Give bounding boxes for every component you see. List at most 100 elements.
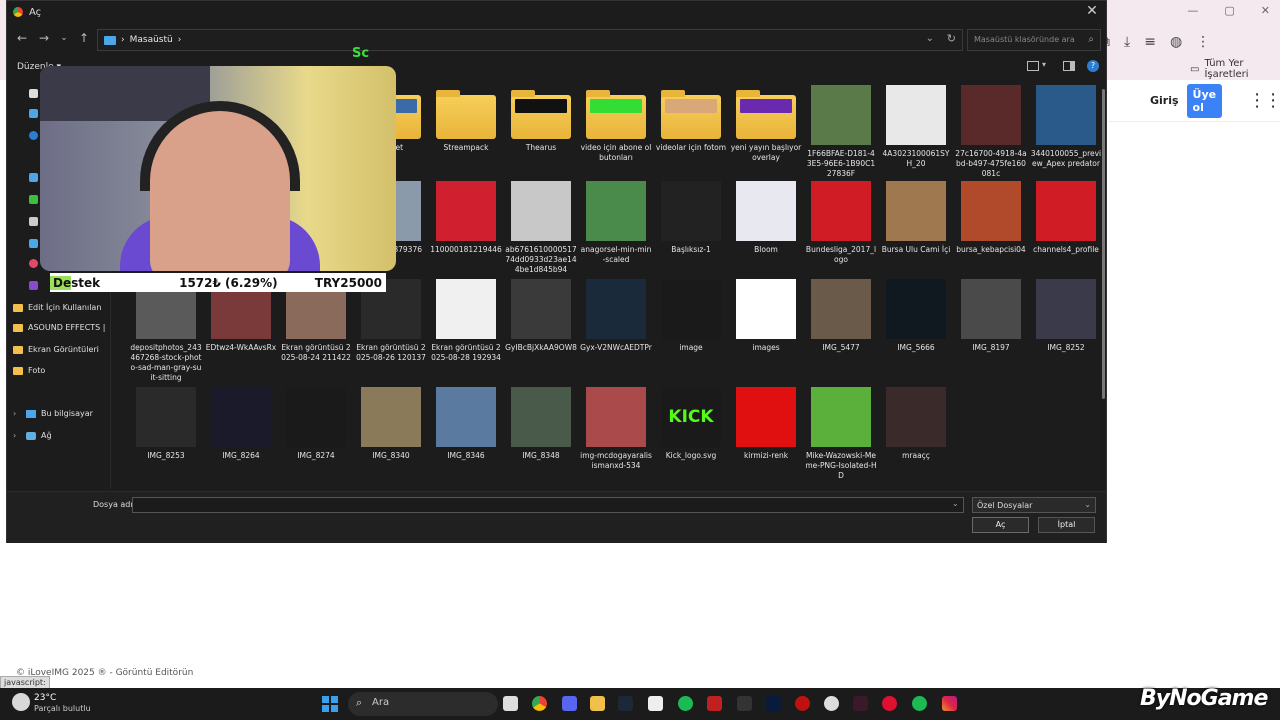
bookmarks-bar[interactable]: ▭ Tüm Yer İşaretleri bbox=[1190, 58, 1280, 80]
image-file-item[interactable]: Gyx-V2NWcAEDTPr bbox=[580, 279, 652, 353]
folder-item[interactable]: video için abone ol butonları bbox=[580, 85, 652, 163]
nav-item-foto[interactable]: Foto bbox=[13, 366, 45, 375]
image-file-item[interactable]: mraaçç bbox=[880, 387, 952, 461]
filename-input[interactable] bbox=[132, 497, 964, 513]
image-file-item[interactable]: Ekran görüntüsü 2025-08-28 192934 bbox=[430, 279, 502, 363]
folder-item[interactable]: yeni yayın başlıyor overlay bbox=[730, 85, 802, 163]
taskbar-search[interactable]: ⌕ Ara bbox=[348, 692, 498, 716]
refresh-icon[interactable]: ↻ bbox=[947, 32, 956, 45]
pictures-icon[interactable] bbox=[29, 239, 38, 248]
image-file-item[interactable]: 1F66BFAE-D181-43E5-96E6-1B90C127836F bbox=[805, 85, 877, 179]
chevron-down-icon[interactable]: ⌄ bbox=[952, 499, 959, 508]
image-file-item[interactable]: IMG_8252 bbox=[1030, 279, 1102, 353]
app-icon[interactable] bbox=[824, 696, 839, 711]
menu-icon[interactable]: ⋮ bbox=[1196, 34, 1210, 50]
steam-icon[interactable] bbox=[618, 696, 633, 711]
music-icon[interactable] bbox=[29, 259, 38, 268]
home-icon[interactable] bbox=[29, 89, 38, 98]
image-file-item[interactable]: IMG_5477 bbox=[805, 279, 877, 353]
image-file-item[interactable]: Bloom bbox=[730, 181, 802, 255]
instagram-icon[interactable] bbox=[942, 696, 957, 711]
image-file-item[interactable]: IMG_8348 bbox=[505, 387, 577, 461]
image-file-item[interactable]: IMG_8346 bbox=[430, 387, 502, 461]
task-view-icon[interactable] bbox=[503, 696, 518, 711]
image-file-item[interactable]: anagorsel-min-min-scaled bbox=[580, 181, 652, 265]
opera-icon[interactable] bbox=[882, 696, 897, 711]
recent-dropdown-icon[interactable]: ⌄ bbox=[55, 33, 73, 43]
forward-arrow-icon[interactable]: → bbox=[35, 31, 53, 45]
image-file-item[interactable]: 3440100055_preview_Apex predator bbox=[1030, 85, 1102, 169]
spotify-icon[interactable] bbox=[912, 696, 927, 711]
app-icon[interactable] bbox=[795, 696, 810, 711]
image-file-item[interactable]: IMG_8274 bbox=[280, 387, 352, 461]
image-file-item[interactable]: Bursa Ulu Cami İçi bbox=[880, 181, 952, 255]
image-file-item[interactable]: IMG_8197 bbox=[955, 279, 1027, 353]
image-file-item[interactable]: image bbox=[655, 279, 727, 353]
minimize-icon[interactable]: — bbox=[1187, 4, 1198, 17]
chevron-right-icon[interactable]: › bbox=[13, 409, 21, 418]
app-icon[interactable] bbox=[853, 696, 868, 711]
profile-icon[interactable]: ◍ bbox=[1170, 34, 1182, 50]
nav-item-sound-effects[interactable]: ASOUND EFFECTS | bbox=[13, 323, 106, 332]
download-icon[interactable]: ⤓ bbox=[1124, 34, 1130, 50]
chevron-right-icon[interactable]: › bbox=[13, 431, 21, 440]
image-file-item[interactable]: depositphotos_243467268-stock-photo-sad-… bbox=[130, 279, 202, 383]
folder-item[interactable]: Thearus bbox=[505, 85, 577, 153]
downloads-icon[interactable] bbox=[29, 195, 38, 204]
nav-item-edit-folder[interactable]: Edit İçin Kullanılan bbox=[13, 303, 101, 312]
folder-item[interactable]: Streampack bbox=[430, 85, 502, 153]
capcut-icon[interactable] bbox=[648, 696, 663, 711]
open-button[interactable]: Aç bbox=[972, 517, 1029, 533]
apps-grid-icon[interactable]: ⋮⋮⋮ bbox=[1248, 90, 1280, 111]
nav-item-network[interactable]: › Ağ bbox=[13, 431, 52, 440]
cancel-button[interactable]: İptal bbox=[1038, 517, 1095, 533]
app-icon[interactable] bbox=[707, 696, 722, 711]
image-file-item[interactable]: IMG_8340 bbox=[355, 387, 427, 461]
reading-list-icon[interactable]: ≡ bbox=[1144, 34, 1156, 50]
weather-temperature[interactable]: 23°C bbox=[34, 693, 56, 703]
chevron-down-icon[interactable]: ▾ bbox=[1042, 60, 1046, 69]
image-file-item[interactable]: ab676161000051774dd0933d23ae144be1d845b9… bbox=[505, 181, 577, 275]
folder-item[interactable]: videolar için fotom bbox=[655, 85, 727, 153]
login-link[interactable]: Giriş bbox=[1150, 94, 1179, 107]
close-icon[interactable]: ✕ bbox=[1261, 4, 1270, 17]
desktop-icon[interactable] bbox=[29, 173, 38, 182]
scrollbar[interactable] bbox=[1102, 89, 1105, 399]
image-file-item[interactable]: img-mcdogayaralisismanxd-534 bbox=[580, 387, 652, 471]
videos-icon[interactable] bbox=[29, 281, 38, 290]
image-file-item[interactable]: 110000181219446 bbox=[430, 181, 502, 255]
image-file-item[interactable]: IMG_5666 bbox=[880, 279, 952, 353]
preview-pane-icon[interactable] bbox=[1063, 61, 1075, 71]
file-explorer-icon[interactable] bbox=[590, 696, 605, 711]
file-type-select[interactable]: Özel Dosyalar ⌄ bbox=[972, 497, 1096, 513]
image-file-item[interactable]: GyIBcBjXkAA9OW8 bbox=[505, 279, 577, 353]
dialog-close-button[interactable]: ✕ bbox=[1084, 3, 1100, 19]
image-file-item[interactable]: kirmizi-renk bbox=[730, 387, 802, 461]
image-file-item[interactable]: images bbox=[730, 279, 802, 353]
image-file-item[interactable]: Mike-Wazowski-Meme-PNG-Isolated-HD bbox=[805, 387, 877, 481]
chevron-down-icon[interactable]: ⌄ bbox=[926, 33, 934, 44]
start-button[interactable] bbox=[322, 696, 338, 712]
image-file-item[interactable]: bursa_kebapcisi04 bbox=[955, 181, 1027, 255]
folder-search-input[interactable]: Masaüstü klasöründe ara ⌕ bbox=[967, 29, 1101, 51]
image-file-item[interactable]: channels4_profile bbox=[1030, 181, 1102, 255]
image-file-item[interactable]: 4A3023100061SYH_20 bbox=[880, 85, 952, 169]
help-icon[interactable]: ? bbox=[1087, 60, 1099, 72]
onedrive-icon[interactable] bbox=[29, 131, 38, 140]
epic-games-icon[interactable] bbox=[737, 696, 752, 711]
up-arrow-icon[interactable]: ↑ bbox=[75, 31, 93, 45]
view-options-icon[interactable] bbox=[1027, 61, 1039, 71]
back-arrow-icon[interactable]: ← bbox=[13, 31, 31, 45]
image-file-item[interactable]: IMG_8264 bbox=[205, 387, 277, 461]
weather-description[interactable]: Parçalı bulutlu bbox=[34, 704, 91, 713]
nav-item-this-pc[interactable]: › Bu bilgisayar bbox=[13, 409, 93, 418]
chrome-icon[interactable] bbox=[532, 696, 547, 711]
image-file-item[interactable]: 27c16700-4918-4abd-b497-475fe160081c bbox=[955, 85, 1027, 179]
image-file-item[interactable]: Başlıksız-1 bbox=[655, 181, 727, 255]
maximize-icon[interactable]: ▢ bbox=[1224, 4, 1234, 17]
documents-icon[interactable] bbox=[29, 217, 38, 226]
image-file-item[interactable]: KICK Kick_logo.svg bbox=[655, 387, 727, 461]
gallery-icon[interactable] bbox=[29, 109, 38, 118]
weather-icon[interactable] bbox=[12, 693, 30, 711]
signup-button[interactable]: Üye ol bbox=[1186, 83, 1223, 118]
